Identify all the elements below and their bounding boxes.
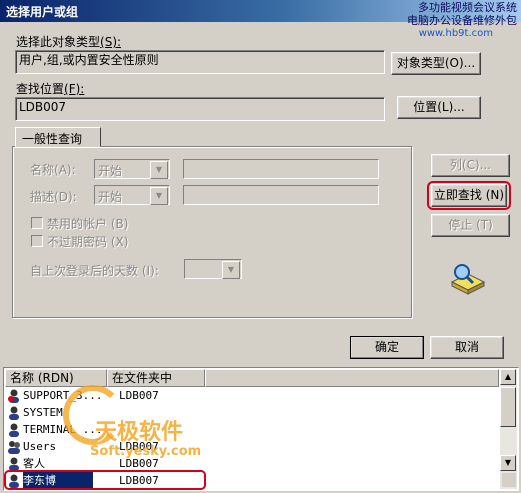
- user-icon: [7, 423, 21, 437]
- resize-grip-icon[interactable]: [502, 473, 516, 487]
- scroll-down-icon[interactable]: ▼: [500, 455, 516, 471]
- group-icon: [7, 440, 21, 454]
- description-label: 描述(D):: [30, 190, 77, 204]
- location-label: 查找位置(F):: [16, 82, 85, 96]
- days-since-logon-label: 自上次登录后的天数 (I):: [30, 264, 159, 278]
- days-since-logon-select[interactable]: ▼: [184, 259, 242, 279]
- ok-button[interactable]: 确定: [350, 336, 424, 359]
- object-type-field: 用户,组,或内置安全性原则: [15, 50, 385, 74]
- disabled-accounts-checkbox[interactable]: [31, 217, 43, 229]
- chevron-down-icon: ▼: [150, 187, 168, 205]
- watermark-line2: 电脑办公设备维修外包: [407, 14, 517, 27]
- description-mode-select[interactable]: 开始 ▼: [94, 185, 170, 205]
- name-label: 名称(A):: [30, 163, 76, 177]
- search-folder-icon: [448, 262, 488, 296]
- column-header-folder[interactable]: 在文件夹中: [107, 369, 205, 387]
- watermark-url: www.hb9t.com: [418, 28, 493, 39]
- cancel-button[interactable]: 取消: [430, 336, 504, 359]
- watermark-logo-text: 天极软件: [95, 420, 184, 445]
- annotation-selected-row: [4, 470, 206, 490]
- chevron-down-icon: ▼: [222, 261, 240, 279]
- vertical-scrollbar[interactable]: ▲ ▼: [500, 369, 517, 489]
- column-header-blank: [205, 369, 499, 387]
- watermark-logo-sub: Soft.yesky.com: [90, 444, 202, 459]
- user-icon: [7, 457, 21, 471]
- scroll-thumb[interactable]: [500, 387, 516, 427]
- location-field: LDB007: [15, 97, 385, 121]
- non-expiring-password-label: 不过期密码 (X): [47, 235, 129, 249]
- watermark-line1: 多功能视频会议系统: [418, 1, 517, 14]
- name-mode-select[interactable]: 开始 ▼: [94, 159, 170, 179]
- description-input[interactable]: [183, 185, 379, 205]
- columns-button[interactable]: 列(C)...: [431, 154, 510, 177]
- disabled-accounts-label: 禁用的帐户 (B): [47, 217, 129, 231]
- tab-general-query[interactable]: 一般性查询: [15, 127, 101, 147]
- stop-button[interactable]: 停止 (T): [431, 214, 510, 237]
- window-title: 选择用户或组: [6, 5, 79, 19]
- object-types-button[interactable]: 对象类型(O)...: [391, 52, 481, 75]
- user-icon: [7, 406, 21, 420]
- chevron-down-icon: ▼: [150, 161, 168, 179]
- find-now-button[interactable]: 立即查找 (N): [431, 184, 507, 207]
- name-input[interactable]: [183, 159, 379, 179]
- scroll-up-icon[interactable]: ▲: [500, 369, 516, 385]
- object-type-label: 选择此对象类型(S):: [16, 35, 122, 49]
- locations-button[interactable]: 位置(L)...: [397, 96, 481, 119]
- user-disabled-icon: [7, 389, 21, 403]
- non-expiring-password-checkbox[interactable]: [31, 235, 43, 247]
